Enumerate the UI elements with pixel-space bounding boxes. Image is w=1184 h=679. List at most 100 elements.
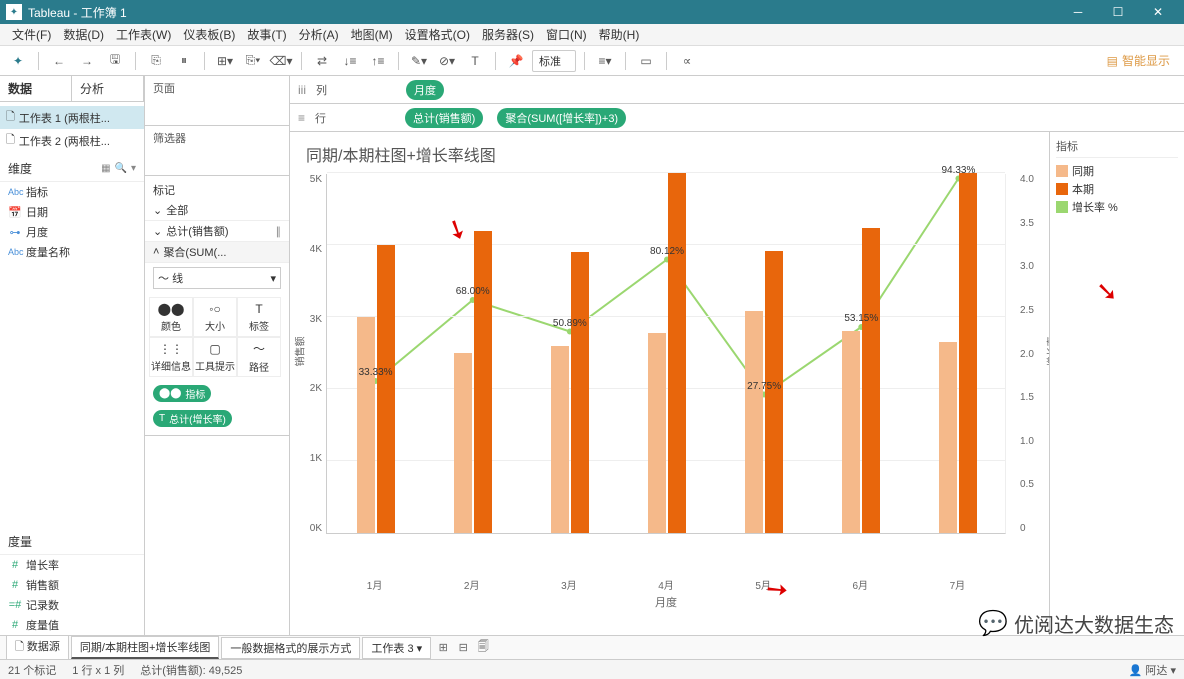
marks-card: 标记 ⌄全部 ⌄总计(销售额)∥ ˄聚合(SUM(... 〜 线▾ ⬤⬤颜色 ◦… xyxy=(145,176,289,436)
swatch-growth xyxy=(1056,201,1068,213)
tooltip-icon: ▢ xyxy=(209,342,220,356)
group-button[interactable]: ⊘▾ xyxy=(435,49,459,73)
annotate-button[interactable]: T xyxy=(463,49,487,73)
save-button[interactable]: 🖫 xyxy=(103,49,127,73)
field-measurenames[interactable]: Abc度量名称 xyxy=(0,242,144,262)
field-sales[interactable]: #销售额 xyxy=(0,575,144,595)
menu-story[interactable]: 故事(T) xyxy=(241,26,292,43)
text-icon: Abc xyxy=(8,247,22,257)
sheet-tabs: 🗋 数据源 同期/本期柱图+增长率线图 一般数据格式的展示方式 工作表 3 ▾ … xyxy=(0,635,1184,659)
menu-data[interactable]: 数据(D) xyxy=(57,26,110,43)
marks-all[interactable]: ⌄全部 xyxy=(145,200,289,221)
status-marks: 21 个标记 xyxy=(8,662,56,678)
search-icon[interactable]: 🔍 xyxy=(115,163,127,174)
columns-shelf[interactable]: iii 列 月度 xyxy=(290,76,1184,104)
new-story-button[interactable]: 🗐 xyxy=(473,638,493,657)
legend-header: 指标 xyxy=(1056,138,1178,158)
legend-growth[interactable]: 增长率 % xyxy=(1056,198,1178,216)
chart-title[interactable]: 同期/本期柱图+增长率线图 xyxy=(306,142,1033,166)
menu-map[interactable]: 地图(M) xyxy=(345,26,399,43)
database-icon: 🗋 xyxy=(15,641,24,653)
legend-prev[interactable]: 同期 xyxy=(1056,162,1178,180)
mark-type-dropdown[interactable]: 〜 线▾ xyxy=(153,267,281,289)
pages-shelf[interactable]: 页面 xyxy=(145,76,289,126)
filters-shelf[interactable]: 筛选器 xyxy=(145,126,289,176)
status-sum: 总计(销售额): 49,525 xyxy=(140,662,242,678)
datasource-2[interactable]: 🗋工作表 2 (两根柱... xyxy=(0,129,144,152)
menu-icon[interactable]: ▾ xyxy=(131,163,136,174)
back-button[interactable]: ← xyxy=(47,49,71,73)
new-data-button[interactable]: ⎘ xyxy=(144,49,168,73)
tableau-logo-icon[interactable]: ✦ xyxy=(6,49,30,73)
field-measurevalues[interactable]: #度量值 xyxy=(0,615,144,635)
legend-curr[interactable]: 本期 xyxy=(1056,180,1178,198)
mark-detail[interactable]: ⋮⋮详细信息 xyxy=(149,337,193,377)
sheet-tab-3[interactable]: 工作表 3 ▾ xyxy=(362,637,431,659)
swap-button[interactable]: ⇄ xyxy=(310,49,334,73)
menu-file[interactable]: 文件(F) xyxy=(6,26,57,43)
field-indicator[interactable]: Abc指标 xyxy=(0,182,144,202)
fit-dropdown[interactable]: 标准 xyxy=(532,50,576,72)
marks-sum-sales[interactable]: ⌄总计(销售额)∥ xyxy=(145,221,289,242)
datasource-1[interactable]: 🗋工作表 1 (两根柱... xyxy=(0,106,144,129)
pause-button[interactable]: ⏸ xyxy=(172,49,196,73)
menu-format[interactable]: 设置格式(O) xyxy=(399,26,476,43)
show-me-icon: ▤ xyxy=(1107,54,1118,68)
swatch-curr xyxy=(1056,183,1068,195)
new-worksheet-button[interactable]: ⊞▾ xyxy=(213,49,237,73)
col-pill-month[interactable]: 月度 xyxy=(406,80,444,100)
sort-asc-button[interactable]: ↓≡ xyxy=(338,49,362,73)
maximize-button[interactable]: ☐ xyxy=(1098,0,1138,24)
share-button[interactable]: ∝ xyxy=(675,49,699,73)
menubar: 文件(F) 数据(D) 工作表(W) 仪表板(B) 故事(T) 分析(A) 地图… xyxy=(0,24,1184,46)
legend-card: 指标 同期 本期 增长率 % ➘ xyxy=(1049,132,1184,635)
marks-agg[interactable]: ˄聚合(SUM(... xyxy=(145,242,289,263)
dimensions-header: 维度 ▦🔍▾ xyxy=(0,156,144,182)
new-dashboard-button[interactable]: ⊟ xyxy=(453,641,473,654)
sheet-tab-1[interactable]: 同期/本期柱图+增长率线图 xyxy=(71,636,219,659)
duplicate-button[interactable]: ⎘▾ xyxy=(241,49,265,73)
sheet-tab-2[interactable]: 一般数据格式的展示方式 xyxy=(221,637,360,659)
row-pill-sales[interactable]: 总计(销售额) xyxy=(405,108,483,128)
menu-server[interactable]: 服务器(S) xyxy=(476,26,540,43)
forward-button[interactable]: → xyxy=(75,49,99,73)
rows-shelf[interactable]: ≡ 行 总计(销售额) 聚合(SUM([增长率])+3) xyxy=(290,104,1184,132)
swatch-prev xyxy=(1056,165,1068,177)
text-icon: Abc xyxy=(8,187,22,197)
tab-datasource[interactable]: 🗋 数据源 xyxy=(6,635,69,660)
field-growth[interactable]: #增长率 xyxy=(0,555,144,575)
mark-label[interactable]: T标签 xyxy=(237,297,281,337)
menu-dashboard[interactable]: 仪表板(B) xyxy=(177,26,241,43)
menu-worksheet[interactable]: 工作表(W) xyxy=(110,26,177,43)
highlight-button[interactable]: ✎▾ xyxy=(407,49,431,73)
mark-color[interactable]: ⬤⬤颜色 xyxy=(149,297,193,337)
tab-data[interactable]: 数据 xyxy=(0,76,72,101)
menu-analysis[interactable]: 分析(A) xyxy=(293,26,345,43)
chevron-down-icon: ⌄ xyxy=(153,204,162,217)
mark-path[interactable]: 〜路径 xyxy=(237,337,281,377)
x-axis: 1月2月3月4月5月6月7月 xyxy=(326,577,1006,592)
clear-button[interactable]: ⌫▾ xyxy=(269,49,293,73)
presentation-button[interactable]: ▭ xyxy=(634,49,658,73)
pill-indicator[interactable]: ⬤⬤指标 xyxy=(153,385,211,402)
pin-button[interactable]: 📌 xyxy=(504,49,528,73)
close-button[interactable]: ✕ xyxy=(1138,0,1178,24)
menu-help[interactable]: 帮助(H) xyxy=(593,26,646,43)
field-month[interactable]: ⊶月度 xyxy=(0,222,144,242)
show-labels-button[interactable]: ≡▾ xyxy=(593,49,617,73)
row-pill-agg[interactable]: 聚合(SUM([增长率])+3) xyxy=(497,108,626,128)
new-sheet-button[interactable]: ⊞ xyxy=(433,641,453,654)
show-me-button[interactable]: ▤智能显示 xyxy=(1099,50,1178,71)
pill-growth[interactable]: T总计(增长率) xyxy=(153,410,232,427)
plot-area[interactable]: 33.33%68.00%50.89%80.12%27.75%53.15%94.3… xyxy=(326,174,1006,534)
tab-analytics[interactable]: 分析 xyxy=(72,76,144,101)
field-date[interactable]: 📅日期 xyxy=(0,202,144,222)
minimize-button[interactable]: ─ xyxy=(1058,0,1098,24)
database-icon: 🗋 xyxy=(6,131,15,150)
mark-tooltip[interactable]: ▢工具提示 xyxy=(193,337,237,377)
sort-desc-button[interactable]: ↑≡ xyxy=(366,49,390,73)
mark-size[interactable]: ◦○大小 xyxy=(193,297,237,337)
field-records[interactable]: =#记录数 xyxy=(0,595,144,615)
view-icon[interactable]: ▦ xyxy=(101,163,110,174)
menu-window[interactable]: 窗口(N) xyxy=(540,26,593,43)
